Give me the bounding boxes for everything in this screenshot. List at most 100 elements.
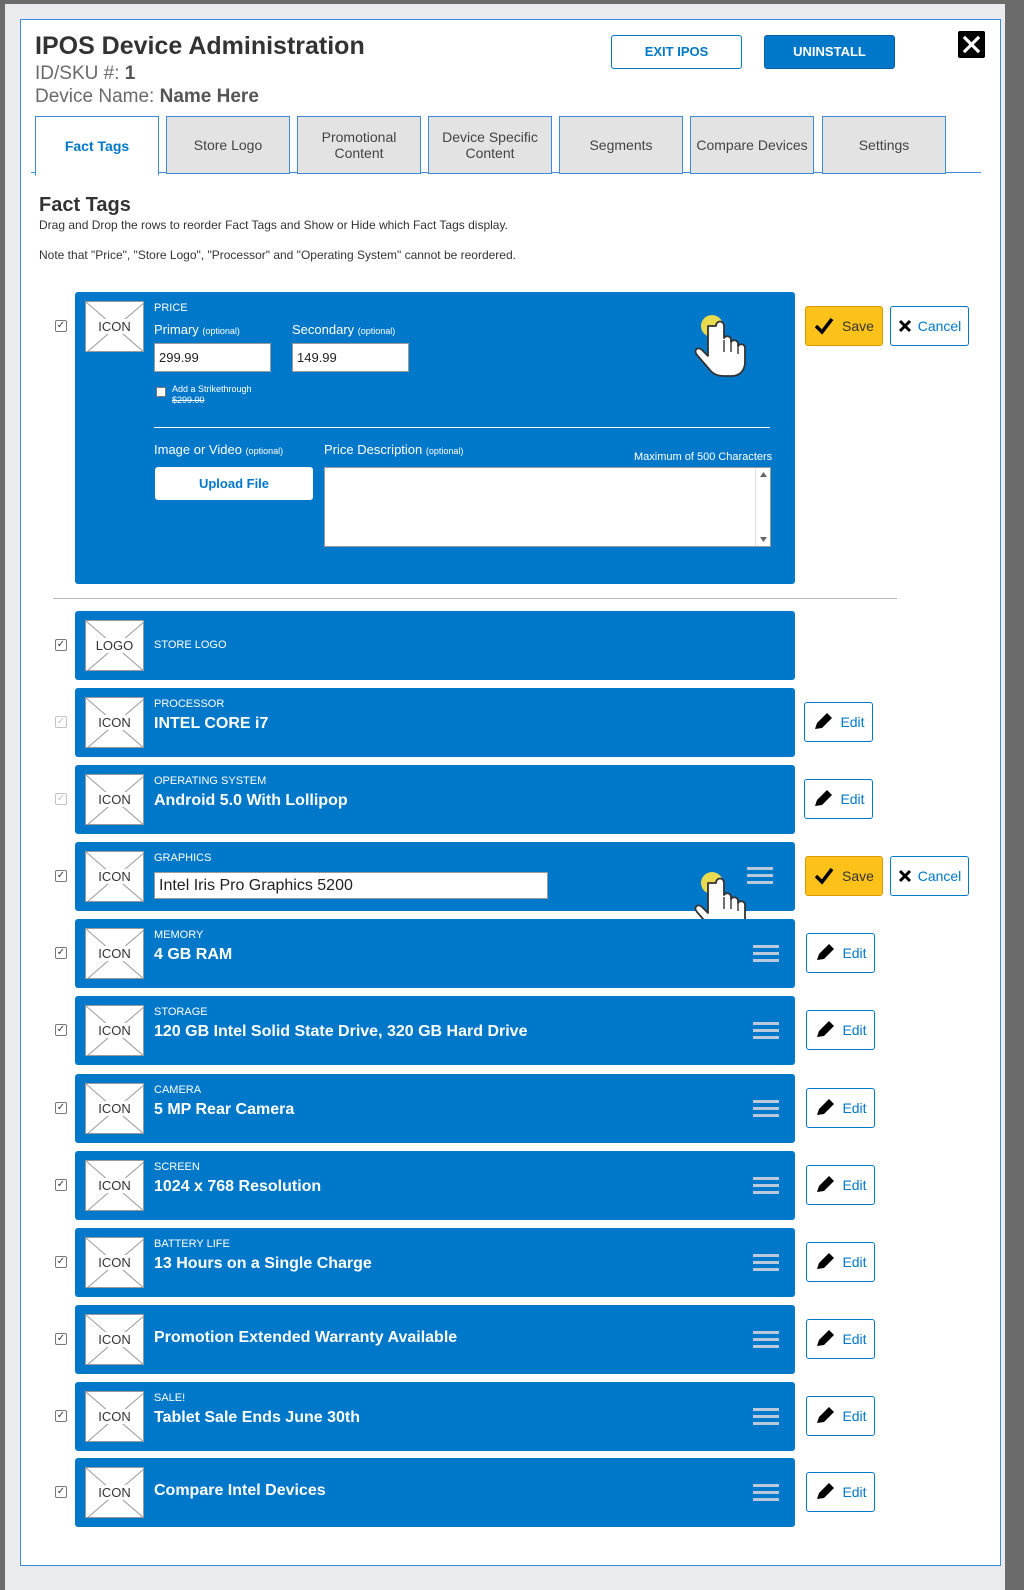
os-show-checkbox: ✓ (55, 793, 67, 805)
price-cancel-button[interactable]: Cancel (890, 306, 969, 346)
price-divider (154, 427, 770, 428)
drag-handle-icon[interactable] (753, 1254, 779, 1272)
drag-handle-icon[interactable] (753, 945, 779, 963)
fact-value: 1024 x 768 Resolution (154, 1178, 322, 1195)
fact-value: 120 GB Intel Solid State Drive, 320 GB H… (154, 1023, 528, 1040)
battery-edit-button[interactable]: Edit (806, 1242, 875, 1282)
camera-show-checkbox[interactable]: ✓ (55, 1102, 67, 1114)
tab-device-specific-content[interactable]: Device Specific Content (428, 116, 552, 174)
secondary-price-input[interactable] (292, 343, 409, 372)
camera-edit-button[interactable]: Edit (806, 1088, 875, 1128)
promotion-icon: ICON (85, 1314, 144, 1365)
graphics-cancel-button[interactable]: Cancel (890, 856, 969, 896)
max-characters-note: Maximum of 500 Characters (634, 451, 773, 463)
drag-handle-icon[interactable] (753, 1177, 779, 1195)
tab-fact-tags[interactable]: Fact Tags (35, 116, 159, 176)
storage-icon: ICON (85, 1005, 144, 1056)
drag-handle-icon[interactable] (753, 1022, 779, 1040)
processor-icon: ICON (85, 697, 144, 748)
processor-edit-button[interactable]: Edit (804, 702, 873, 742)
fact-value: Promotion Extended Warranty Available (154, 1329, 458, 1346)
battery-show-checkbox[interactable]: ✓ (55, 1256, 67, 1268)
graphics-value-input[interactable] (154, 872, 548, 899)
sku-value: 1 (124, 63, 136, 84)
fact-value: Tablet Sale Ends June 30th (154, 1409, 360, 1426)
store-logo-label: STORE LOGO (154, 639, 227, 651)
fact-value: 13 Hours on a Single Charge (154, 1255, 372, 1272)
fact-label: BATTERY LIFE (154, 1238, 230, 1250)
promotion-edit-button[interactable]: Edit (806, 1319, 875, 1359)
strikethrough-example: $299.00 (172, 395, 205, 405)
tab-store-logo[interactable]: Store Logo (166, 116, 290, 174)
promotion-show-checkbox[interactable]: ✓ (55, 1333, 67, 1345)
store-logo-show-checkbox[interactable]: ✓ (55, 639, 67, 651)
image-video-label: Image or Video (optional) (154, 442, 284, 457)
fact-row-screen: ICON SCREEN 1024 x 768 Resolution (75, 1151, 795, 1220)
fact-label: GRAPHICS (154, 852, 212, 864)
pencil-icon (817, 1483, 835, 1499)
sale-edit-button[interactable]: Edit (806, 1396, 875, 1436)
price-save-button[interactable]: Save (805, 306, 883, 346)
admin-panel: IPOS Device Administration ID/SKU #: 1 D… (20, 19, 1001, 1566)
strikethrough-label: Add a Strikethrough (172, 384, 252, 394)
sku-label: ID/SKU #: (35, 63, 120, 84)
compare-show-checkbox[interactable]: ✓ (55, 1486, 67, 1498)
section-note: Note that "Price", "Store Logo", "Proces… (39, 248, 516, 262)
graphics-save-button[interactable]: Save (805, 856, 883, 896)
compare-icon: ICON (85, 1467, 144, 1518)
fact-row-storage: ICON STORAGE 120 GB Intel Solid State Dr… (75, 996, 795, 1065)
fact-value: Compare Intel Devices (154, 1482, 326, 1499)
price-description-textarea[interactable] (324, 467, 771, 547)
drag-handle-icon[interactable] (753, 1331, 779, 1349)
upload-file-button[interactable]: Upload File (155, 467, 313, 500)
storage-edit-button[interactable]: Edit (806, 1010, 875, 1050)
uninstall-button[interactable]: UNINSTALL (764, 35, 895, 69)
storage-show-checkbox[interactable]: ✓ (55, 1024, 67, 1036)
memory-show-checkbox[interactable]: ✓ (55, 947, 67, 959)
compare-edit-button[interactable]: Edit (806, 1472, 875, 1512)
tab-settings[interactable]: Settings (822, 116, 946, 174)
fact-value: INTEL CORE i7 (154, 715, 269, 732)
pointer-hand-icon (694, 315, 746, 377)
fact-label: SALE! (154, 1392, 186, 1404)
textarea-scrollbar[interactable] (755, 468, 770, 546)
sale-icon: ICON (85, 1391, 144, 1442)
price-description-label: Price Description (optional) (324, 442, 464, 457)
fact-row-promotion: ICON Promotion Extended Warranty Availab… (75, 1305, 795, 1374)
drag-handle-icon[interactable] (747, 867, 773, 885)
drag-handle-icon[interactable] (753, 1408, 779, 1426)
screen-edit-button[interactable]: Edit (806, 1165, 875, 1205)
close-icon[interactable] (958, 31, 985, 58)
memory-edit-button[interactable]: Edit (806, 933, 875, 973)
drag-handle-icon[interactable] (753, 1100, 779, 1118)
device-name-line: Device Name: Name Here (35, 86, 259, 108)
primary-price-input[interactable] (154, 343, 271, 372)
fact-value: 4 GB RAM (154, 946, 233, 963)
screen-show-checkbox[interactable]: ✓ (55, 1179, 67, 1191)
tab-compare-devices[interactable]: Compare Devices (690, 116, 814, 174)
fact-value: 5 MP Rear Camera (154, 1101, 295, 1118)
graphics-show-checkbox[interactable]: ✓ (55, 870, 67, 882)
pencil-icon (817, 1021, 835, 1037)
window-frame: IPOS Device Administration ID/SKU #: 1 D… (5, 4, 1005, 1590)
sale-show-checkbox[interactable]: ✓ (55, 1410, 67, 1422)
pencil-icon (817, 1330, 835, 1346)
price-row: ICON PRICE Primary (optional) Secondary … (75, 292, 795, 584)
device-name-label: Device Name: (35, 86, 155, 107)
exit-ipos-button[interactable]: EXIT IPOS (611, 35, 742, 69)
tab-promotional-content[interactable]: Promotional Content (297, 116, 421, 174)
fact-label: STORAGE (154, 1006, 208, 1018)
strikethrough-checkbox[interactable] (156, 387, 166, 397)
pencil-icon (817, 944, 835, 960)
pencil-icon (817, 1176, 835, 1192)
secondary-price-label: Secondary (optional) (292, 322, 396, 337)
fact-row-memory: ICON MEMORY 4 GB RAM (75, 919, 795, 988)
tab-segments[interactable]: Segments (559, 116, 683, 174)
x-icon (898, 869, 911, 883)
drag-handle-icon[interactable] (753, 1484, 779, 1502)
price-show-checkbox[interactable]: ✓ (55, 320, 67, 332)
os-edit-button[interactable]: Edit (804, 779, 873, 819)
section-instructions: Drag and Drop the rows to reorder Fact T… (39, 218, 508, 232)
pencil-icon (817, 1099, 835, 1115)
fact-row-camera: ICON CAMERA 5 MP Rear Camera (75, 1074, 795, 1143)
